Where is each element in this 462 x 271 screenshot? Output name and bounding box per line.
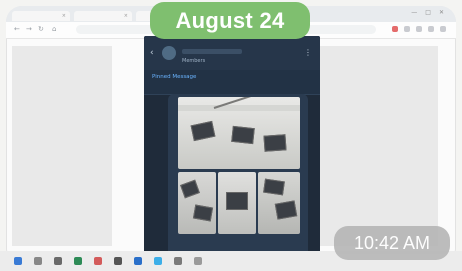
extension-icon[interactable] (428, 26, 434, 32)
ceiling-panel-shape (274, 200, 298, 220)
page-side-panel-left (12, 46, 112, 246)
back-button[interactable]: ← (14, 25, 20, 33)
reload-button[interactable]: ↻ (38, 25, 44, 33)
taskbar-app-icon[interactable] (74, 257, 82, 265)
extension-icon[interactable] (392, 26, 398, 32)
pinned-message-bar[interactable]: Pinned Message (144, 70, 320, 95)
group-title[interactable] (182, 49, 242, 54)
ceiling-panel-shape (263, 134, 287, 152)
minimize-button[interactable]: — (411, 9, 417, 17)
browser-tab[interactable]: × (74, 11, 132, 21)
telegram-taskbar-icon[interactable] (154, 257, 162, 265)
group-avatar[interactable] (162, 46, 176, 60)
page-side-panel-right (318, 46, 438, 246)
taskbar-app-icon[interactable] (174, 257, 182, 265)
tab-close-icon[interactable]: × (124, 13, 128, 19)
chat-header: ‹ Members ⋮ (144, 36, 320, 70)
ceiling-panel-shape (263, 178, 285, 196)
browser-tab[interactable]: × (12, 11, 70, 21)
pinned-message-title: Pinned Message (152, 74, 197, 80)
maximize-button[interactable]: □ (425, 9, 431, 17)
time-label: 10:42 AM (353, 232, 431, 253)
back-arrow-icon[interactable]: ‹ (150, 48, 154, 58)
extension-icons (392, 26, 446, 32)
ceiling-panel-shape (190, 120, 216, 142)
start-icon[interactable] (14, 257, 22, 265)
more-icon[interactable]: ⋮ (304, 48, 312, 57)
members-count: Members (182, 58, 206, 64)
taskbar-app-icon[interactable] (194, 257, 202, 265)
date-label: August 24 (175, 7, 285, 33)
ceiling-panel-shape (180, 179, 200, 199)
taskbar-app-icon[interactable] (94, 257, 102, 265)
taskbar-app-icon[interactable] (34, 257, 42, 265)
forward-button[interactable]: → (26, 25, 32, 33)
home-icon[interactable]: ⌂ (52, 25, 56, 33)
message-photo[interactable] (178, 97, 300, 169)
message-bubble[interactable] (168, 94, 308, 262)
taskbar-app-icon[interactable] (114, 257, 122, 265)
taskbar-app-icon[interactable] (134, 257, 142, 265)
profile-icon[interactable] (440, 26, 446, 32)
ceiling-beam-shape (178, 105, 300, 111)
close-button[interactable]: ✕ (439, 9, 444, 17)
extension-icon[interactable] (416, 26, 422, 32)
telegram-chat-window: ‹ Members ⋮ Pinned Message (144, 36, 320, 262)
message-photo[interactable] (258, 172, 300, 234)
ceiling-panel-shape (231, 125, 255, 145)
taskbar-app-icon[interactable] (54, 257, 62, 265)
window-controls: — □ ✕ (411, 9, 444, 17)
ceiling-panel-shape (192, 204, 214, 222)
ceiling-panel-shape (226, 192, 248, 210)
message-photo[interactable] (218, 172, 256, 234)
time-overlay-badge: 10:42 AM (334, 226, 450, 260)
tab-close-icon[interactable]: × (62, 13, 66, 19)
extension-icon[interactable] (404, 26, 410, 32)
date-overlay-badge: August 24 (150, 2, 310, 39)
message-photo[interactable] (178, 172, 216, 234)
